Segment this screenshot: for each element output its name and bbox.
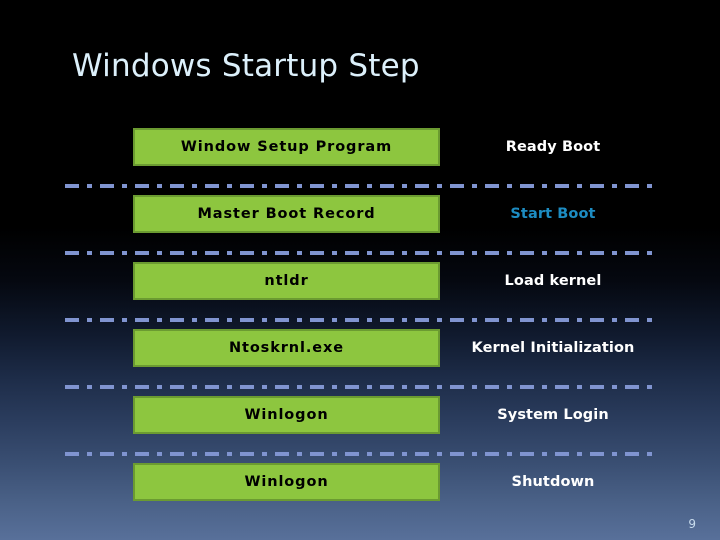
row-separator-line	[65, 184, 656, 188]
startup-step-label: Start Boot	[510, 206, 596, 222]
startup-step-box[interactable]: Ntoskrnl.exe	[133, 329, 440, 367]
startup-step-box[interactable]: Winlogon	[133, 396, 440, 434]
startup-step-row: ntldr Load kernel	[0, 251, 720, 318]
startup-step-row: Winlogon System Login	[0, 385, 720, 452]
slide-canvas: Windows Startup Step Window Setup Progra…	[0, 0, 720, 540]
startup-step-row: Window Setup Program Ready Boot	[0, 117, 720, 184]
startup-step-label: Shutdown	[511, 474, 595, 490]
startup-step-box[interactable]: Winlogon	[133, 463, 440, 501]
startup-step-box[interactable]: Window Setup Program	[133, 128, 440, 166]
row-separator-line	[65, 251, 656, 255]
startup-step-row: Master Boot Record Start Boot	[0, 184, 720, 251]
row-separator-line	[65, 318, 656, 322]
row-separator-line	[65, 385, 656, 389]
startup-step-row: Ntoskrnl.exe Kernel Initialization	[0, 318, 720, 385]
startup-step-label: System Login	[497, 407, 609, 423]
startup-step-row: Winlogon Shutdown	[0, 452, 720, 519]
startup-step-box[interactable]: ntldr	[133, 262, 440, 300]
startup-step-list: Window Setup Program Ready Boot Master Boo…	[0, 0, 720, 540]
startup-step-label: Load kernel	[504, 273, 602, 289]
startup-step-box[interactable]: Master Boot Record	[133, 195, 440, 233]
startup-step-label: Ready Boot	[505, 139, 601, 155]
page-number: 9	[688, 517, 696, 531]
startup-step-label: Kernel Initialization	[471, 340, 635, 356]
row-separator-line	[65, 452, 656, 456]
